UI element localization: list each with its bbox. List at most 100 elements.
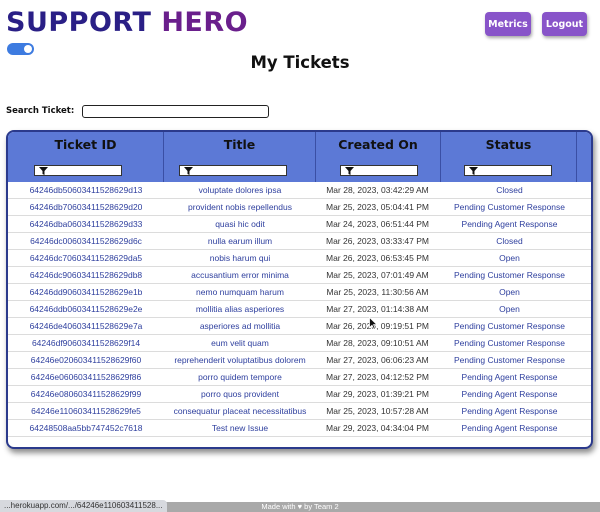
table-row[interactable]: 64246ddb0603411528629e2e mollitia alias …	[8, 301, 591, 318]
ticket-id-cell[interactable]: 64246db70603411528629d20	[8, 199, 164, 216]
table-row[interactable]: 64246de40603411528629e7a asperiores ad m…	[8, 318, 591, 335]
ticket-title-cell[interactable]: Test new Issue	[157, 420, 323, 437]
ticket-created-cell: Mar 27, 2023, 06:06:23 AM	[326, 355, 429, 365]
filter-input-ticket-id[interactable]	[34, 165, 122, 176]
page-title: My Tickets	[250, 53, 350, 72]
filter-icon	[345, 167, 354, 175]
ticket-status-cell: Closed	[496, 185, 523, 195]
ticket-status-cell: Pending Customer Response	[453, 270, 566, 280]
column-label: Title	[223, 137, 256, 152]
ticket-created-cell: Mar 29, 2023, 01:39:21 PM	[325, 389, 429, 399]
table-row[interactable]: 64246db70603411528629d20 provident nobis…	[8, 199, 591, 216]
ticket-created-cell: Mar 27, 2023, 01:14:38 AM	[326, 304, 429, 314]
ticket-title-cell[interactable]: porro quos provident	[157, 386, 323, 403]
table-row[interactable]: 64246e080603411528629f99 porro quos prov…	[8, 386, 591, 403]
table-row[interactable]: 64246dc90603411528629db8 accusantium err…	[8, 267, 591, 284]
ticket-id-cell[interactable]: 64246ddb0603411528629e2e	[8, 301, 164, 318]
ticket-title-cell[interactable]: nulla earum illum	[157, 233, 323, 250]
table-row[interactable]: 64246db50603411528629d13 voluptate dolor…	[8, 182, 591, 199]
ticket-id-cell[interactable]: 64246db50603411528629d13	[8, 182, 164, 199]
ticket-id-cell[interactable]: 64246dc00603411528629d6c	[8, 233, 164, 250]
ticket-created-cell: Mar 25, 2023, 10:57:28 AM	[326, 406, 429, 416]
search-label: Search Ticket:	[6, 106, 75, 116]
brand-word-hero: HERO	[161, 7, 249, 38]
ticket-status-cell: Closed	[496, 236, 523, 246]
ticket-status-cell: Pending Agent Response	[461, 406, 558, 416]
ticket-id-cell[interactable]: 64246dc90603411528629db8	[8, 267, 164, 284]
ticket-title-cell[interactable]: reprehenderit voluptatibus dolorem	[157, 352, 323, 369]
ticket-title-cell[interactable]: quasi hic odit	[157, 216, 323, 233]
ticket-created-cell: Mar 28, 2023, 03:42:29 AM	[326, 185, 429, 195]
ticket-title-cell[interactable]: porro quidem tempore	[157, 369, 323, 386]
ticket-status-cell: Pending Agent Response	[461, 219, 558, 229]
ticket-title-cell[interactable]: accusantium error minima	[157, 267, 323, 284]
brand-word-support: SUPPORT	[6, 7, 152, 38]
ticket-created-cell: Mar 25, 2023, 11:30:56 AM	[326, 287, 429, 297]
toggle-knob	[24, 45, 32, 53]
table-header: Ticket ID Title Created On Status	[8, 132, 591, 182]
ticket-created-cell: Mar 24, 2023, 06:51:44 PM	[325, 219, 429, 229]
ticket-created-cell: Mar 26, 2023, 06:53:45 PM	[325, 253, 429, 263]
filter-input-title[interactable]	[179, 165, 287, 176]
ticket-title-cell[interactable]: nobis harum qui	[157, 250, 323, 267]
ticket-title-cell[interactable]: nemo numquam harum	[157, 284, 323, 301]
ticket-id-cell[interactable]: 64246e110603411528629fe5	[8, 403, 164, 420]
table-row[interactable]: 64246dba0603411528629d33 quasi hic odit …	[8, 216, 591, 233]
browser-status-url: ...herokuapp.com/.../64246e110603411528.…	[0, 500, 167, 512]
filter-input-created-on[interactable]	[340, 165, 418, 176]
ticket-id-cell[interactable]: 64246e020603411528629f60	[8, 352, 164, 369]
ticket-id-cell[interactable]: 64246df90603411528629f14	[8, 335, 164, 352]
ticket-id-cell[interactable]: 64246de40603411528629e7a	[8, 318, 164, 335]
table-row[interactable]: 64246dd90603411528629e1b nemo numquam ha…	[8, 284, 591, 301]
ticket-status-cell: Pending Customer Response	[453, 338, 566, 348]
ticket-created-cell: Mar 26, 2023, 03:33:47 PM	[325, 236, 429, 246]
ticket-status-cell: Open	[499, 304, 520, 314]
filter-icon	[469, 167, 478, 175]
column-header-title[interactable]: Title	[164, 132, 316, 182]
ticket-status-cell: Pending Customer Response	[453, 202, 566, 212]
ticket-status-cell: Open	[499, 253, 520, 263]
ticket-id-cell[interactable]: 64246dba0603411528629d33	[8, 216, 164, 233]
ticket-status-cell: Pending Customer Response	[453, 321, 566, 331]
ticket-id-cell[interactable]: 64248508aa5bb747452c7618	[8, 420, 164, 437]
ticket-created-cell: Mar 25, 2023, 07:01:49 AM	[326, 270, 429, 280]
logout-button[interactable]: Logout	[542, 12, 587, 36]
ticket-id-cell[interactable]: 64246e080603411528629f99	[8, 386, 164, 403]
ticket-title-cell[interactable]: eum velit quam	[157, 335, 323, 352]
filter-icon	[184, 167, 193, 175]
table-row[interactable]: 64246e020603411528629f60 reprehenderit v…	[8, 352, 591, 369]
table-row[interactable]: 64246dc00603411528629d6c nulla earum ill…	[8, 233, 591, 250]
ticket-status-cell: Pending Agent Response	[461, 389, 558, 399]
ticket-id-cell[interactable]: 64246e060603411528629f86	[8, 369, 164, 386]
ticket-id-cell[interactable]: 64246dd90603411528629e1b	[8, 284, 164, 301]
column-label: Created On	[338, 137, 418, 152]
ticket-id-cell[interactable]: 64246dc70603411528629da5	[8, 250, 164, 267]
filter-input-status[interactable]	[464, 165, 552, 176]
app-logo: SUPPORT HERO	[6, 6, 248, 40]
ticket-status-cell: Pending Agent Response	[461, 372, 558, 382]
column-label: Status	[485, 137, 532, 152]
ticket-created-cell: Mar 27, 2023, 04:12:52 PM	[325, 372, 429, 382]
table-row[interactable]: 64246dc70603411528629da5 nobis harum qui…	[8, 250, 591, 267]
mouse-cursor-icon	[369, 317, 378, 330]
search-input[interactable]	[82, 105, 269, 118]
table-row[interactable]: 64246e060603411528629f86 porro quidem te…	[8, 369, 591, 386]
tickets-table: Ticket ID Title Created On Status 64246d…	[6, 130, 593, 449]
metrics-button[interactable]: Metrics	[485, 12, 531, 36]
ticket-title-cell[interactable]: provident nobis repellendus	[157, 199, 323, 216]
ticket-title-cell[interactable]: mollitia alias asperiores	[157, 301, 323, 318]
column-header-status[interactable]: Status	[441, 132, 577, 182]
ticket-title-cell[interactable]: asperiores ad mollitia	[157, 318, 323, 335]
column-header-created-on[interactable]: Created On	[316, 132, 441, 182]
ticket-status-cell: Open	[499, 287, 520, 297]
filter-icon	[39, 167, 48, 175]
table-row[interactable]: 64246df90603411528629f14 eum velit quam …	[8, 335, 591, 352]
ticket-created-cell: Mar 25, 2023, 05:04:41 PM	[325, 202, 429, 212]
column-header-ticket-id[interactable]: Ticket ID	[8, 132, 164, 182]
ticket-title-cell[interactable]: consequatur placeat necessitatibus	[157, 403, 323, 420]
column-label: Ticket ID	[54, 137, 117, 152]
ticket-title-cell[interactable]: voluptate dolores ipsa	[157, 182, 323, 199]
table-row[interactable]: 64246e110603411528629fe5 consequatur pla…	[8, 403, 591, 420]
ticket-created-cell: Mar 28, 2023, 09:10:51 AM	[326, 338, 429, 348]
table-row[interactable]: 64248508aa5bb747452c7618 Test new Issue …	[8, 420, 591, 437]
